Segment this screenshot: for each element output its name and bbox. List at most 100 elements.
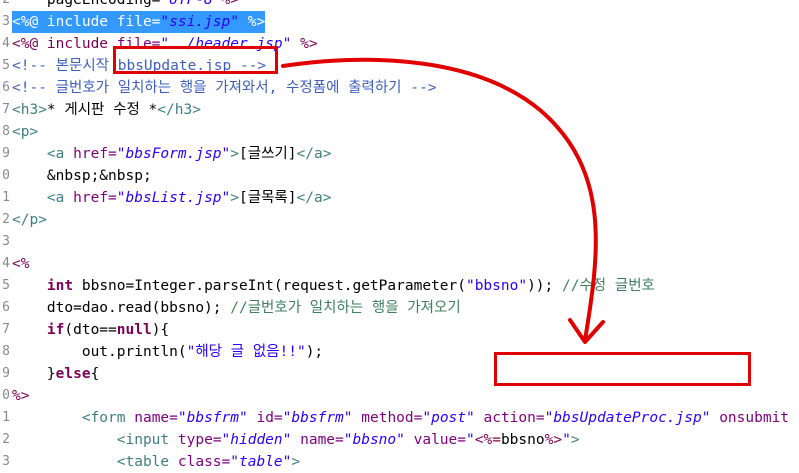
line-number: 1 (2, 190, 10, 205)
code-token: <%= (474, 432, 501, 448)
code-token: [글쓰기] (239, 146, 297, 162)
code-token: [글목록] (239, 190, 297, 206)
line-number: 0 (2, 388, 10, 403)
code-text: <% (12, 253, 29, 275)
code-text: <a href="bbsList.jsp">[글목록]</a> (12, 187, 332, 209)
code-line[interactable]: 2 </p> (0, 209, 799, 231)
code-token: <form (81, 410, 135, 426)
code-token: > (291, 454, 301, 470)
code-token: </p> (12, 212, 47, 228)
code-token: name= (134, 410, 178, 426)
code-token: <% (12, 256, 30, 272)
line-number: 3 (2, 234, 10, 249)
code-token: if (46, 322, 65, 338)
code-token: "hidden" (221, 432, 292, 448)
code-token: "bbsno" (343, 432, 405, 448)
line-number: 6 (2, 300, 10, 315)
code-token: pageEncoding= (12, 0, 161, 8)
code-token: <a (46, 146, 74, 162)
line-number: 5 (2, 278, 10, 293)
code-token: name= (300, 432, 344, 448)
code-text: <h3>* 게시판 수정 *</h3> (12, 99, 201, 121)
code-token: "bbsForm.jsp" (116, 146, 231, 162)
line-number: 2 (2, 432, 10, 447)
code-token: "bbsUpdateProc.jsp" (544, 410, 711, 426)
code-line[interactable]: 7 <h3>* 게시판 수정 *</h3> (0, 99, 799, 121)
code-line[interactable]: 2 pageEncoding="UTF-8"%> (0, 0, 799, 11)
code-token: else (55, 366, 91, 382)
code-line[interactable]: 6 dto=dao.read(bbsno); //글번호가 일치하는 행을 가져… (0, 297, 799, 319)
code-token: value= (413, 432, 466, 448)
code-token: out.println( (12, 344, 187, 360)
code-token: %> (238, 14, 266, 30)
line-number: 8 (2, 124, 10, 139)
code-line[interactable]: 9 <a href="bbsForm.jsp">[글쓰기]</a> (0, 143, 799, 165)
code-line[interactable]: 3 <%@ include file="ssi.jsp" %> (0, 11, 799, 33)
code-token: } (12, 366, 56, 382)
line-number: 6 (2, 80, 10, 95)
code-token: <%@ include (12, 36, 117, 52)
line-number: 5 (2, 58, 10, 73)
code-token: "bbsfrm" (177, 410, 248, 426)
code-token: ){ (151, 322, 170, 338)
code-token: "bbsList.jsp" (116, 190, 231, 206)
line-number: 2 (2, 212, 10, 227)
code-token: href= (73, 146, 117, 162)
line-number: 9 (2, 146, 10, 161)
code-text: if(dto==null){ (12, 319, 169, 341)
code-line[interactable]: 3 <table class="table"> (0, 451, 799, 473)
line-number: 3 (2, 14, 10, 29)
code-token: <a (46, 190, 74, 206)
code-text: <table class="table"> (12, 451, 300, 473)
code-token: "bbsfrm" (282, 410, 353, 426)
code-token: method= (361, 410, 423, 426)
line-number: 7 (2, 102, 10, 117)
code-token: type= (177, 432, 222, 448)
code-token: href= (73, 190, 117, 206)
code-line[interactable]: 2 <input type="hidden" name="bbsno" valu… (0, 429, 799, 451)
code-line[interactable]: 5 int bbsno=Integer.parseInt(request.get… (0, 275, 799, 297)
code-line[interactable]: 6 <!-- 글번호가 일치하는 행을 가져와서, 수정폼에 출력하기 --> (0, 77, 799, 99)
line-number: 2 (0, 0, 10, 11)
code-token: <h3> (12, 102, 47, 118)
code-token: "UTF-8" (160, 0, 222, 8)
code-line[interactable]: 8 <p> (0, 121, 799, 143)
code-text: dto=dao.read(bbsno); //글번호가 일치하는 행을 가져오기 (12, 297, 461, 319)
code-line[interactable]: 1 <form name="bbsfrm" id="bbsfrm" method… (0, 407, 799, 429)
code-token: { (90, 366, 100, 382)
highlight-box-filename (113, 46, 278, 74)
code-line[interactable]: 7 if(dto==null){ (0, 319, 799, 341)
code-token: )); (527, 278, 562, 294)
code-line[interactable]: 0 &nbsp;&nbsp; (0, 165, 799, 187)
code-token: <p> (12, 124, 39, 140)
code-token: bbsno (500, 432, 545, 448)
code-text: <p> (12, 121, 38, 143)
line-number: 3 (2, 454, 10, 469)
code-line[interactable]: 3 (0, 231, 799, 253)
code-line[interactable]: 4 <% (0, 253, 799, 275)
code-token: "bbsno" (465, 278, 528, 294)
line-number: 1 (2, 410, 10, 425)
code-token: id= (256, 410, 283, 426)
code-token: > (570, 432, 580, 448)
code-token: "table" (230, 454, 292, 470)
code-text: <input type="hidden" name="bbsno" value=… (12, 429, 580, 451)
code-token: <!-- 글번호가 일치하는 행을 가져와서, 수정폼에 출력하기 --> (12, 80, 437, 96)
code-text: <form name="bbsfrm" id="bbsfrm" method="… (12, 407, 789, 429)
code-line[interactable]: 1 <a href="bbsList.jsp">[글목록]</a> (0, 187, 799, 209)
line-number: 4 (2, 36, 10, 51)
code-token: dto=dao.read(bbsno); (12, 300, 231, 316)
code-token: <input (116, 432, 178, 448)
line-number: 8 (2, 344, 10, 359)
code-line[interactable]: 0 %> (0, 385, 799, 407)
line-number: 7 (2, 322, 10, 337)
code-token: onsubmit (719, 410, 790, 426)
code-text: <a href="bbsForm.jsp">[글쓰기]</a> (12, 143, 332, 165)
code-token: ); (305, 344, 324, 360)
